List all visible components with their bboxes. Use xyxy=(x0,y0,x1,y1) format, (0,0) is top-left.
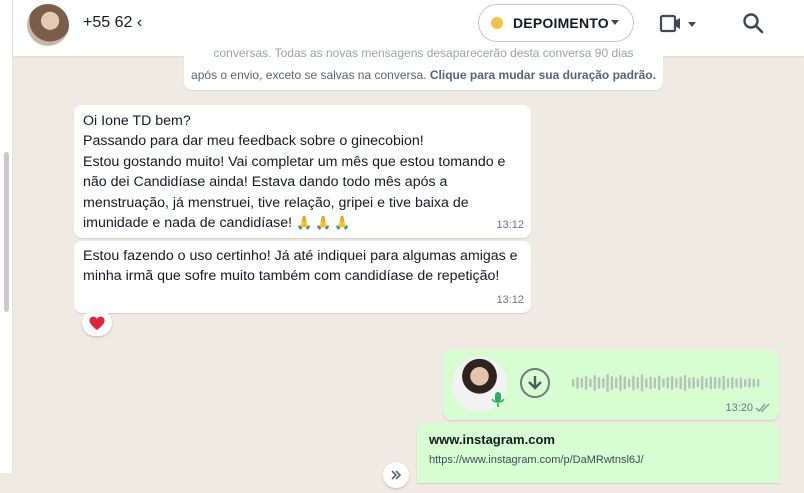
waveform-bar xyxy=(645,378,648,388)
video-camera-icon xyxy=(659,14,696,33)
waveform-bar xyxy=(640,374,644,392)
message-timestamp: 13:12 xyxy=(496,293,524,306)
waveform-bar xyxy=(636,377,639,389)
outgoing-voice-message[interactable]: 13:20 xyxy=(443,350,779,420)
heart-reaction[interactable] xyxy=(82,310,112,336)
waveform-bar xyxy=(735,378,738,388)
waveform-bar xyxy=(658,375,661,391)
disappearing-messages-notice[interactable]: conversas. Todas as novas mensagens desa… xyxy=(184,42,663,90)
waveform-bar xyxy=(632,375,635,391)
waveform-bar xyxy=(584,376,588,390)
waveform-bar xyxy=(662,378,665,388)
forward-button[interactable] xyxy=(383,462,409,488)
waveform-bar xyxy=(593,375,596,391)
waveform-bar xyxy=(692,377,695,389)
waveform-bar xyxy=(748,378,751,388)
message-text-line: Passando para dar meu feedback sobre o g… xyxy=(83,133,424,150)
waveform-bar xyxy=(752,378,755,388)
message-text-line: Oi Ione TD bem? xyxy=(83,113,191,129)
incoming-message[interactable]: Oi Ione TD bem? Passando para dar meu fe… xyxy=(74,105,531,238)
download-button[interactable] xyxy=(520,368,550,398)
chevron-down-icon xyxy=(611,20,619,25)
search-button[interactable] xyxy=(741,11,767,37)
waveform-bar xyxy=(731,377,734,389)
video-call-button[interactable] xyxy=(659,12,699,36)
audio-waveform[interactable] xyxy=(572,372,762,394)
waveform-bar xyxy=(597,377,601,389)
contact-name[interactable]: +55 62 ‹ xyxy=(83,14,142,32)
waveform-bar xyxy=(627,378,631,388)
waveform-bar xyxy=(619,375,622,391)
incoming-message[interactable]: Estou fazendo o uso certinho! Já até ind… xyxy=(74,241,531,313)
message-text-line: minha irmã que sofre muito também com ca… xyxy=(83,268,500,285)
waveform-bar xyxy=(739,377,743,389)
notice-line: conversas. Todas as novas mensagens desa… xyxy=(213,46,634,60)
double-check-icon xyxy=(755,403,770,413)
link-url[interactable]: https://www.instagram.com/p/DaMRwtnsl6J/ xyxy=(429,454,644,466)
message-timestamp: 13:12 xyxy=(496,218,524,231)
waveform-bar xyxy=(649,376,652,390)
notice-text: após o envio, exceto se salvas na conver… xyxy=(191,68,427,82)
waveform-bar xyxy=(744,379,747,387)
change-duration-link[interactable]: Clique para mudar sua duração padrão. xyxy=(430,68,656,82)
label-dropdown[interactable]: DEPOIMENTO xyxy=(478,4,634,42)
waveform-bar xyxy=(576,377,579,389)
label-text: DEPOIMENTO xyxy=(513,15,609,31)
waveform-bar xyxy=(670,376,674,390)
waveform-bar xyxy=(615,377,618,389)
waveform-bar xyxy=(718,377,721,389)
waveform-bar xyxy=(623,376,626,390)
waveform-bar xyxy=(606,374,609,392)
chevron-right-icon xyxy=(391,470,402,480)
search-icon xyxy=(743,13,764,34)
praying-hands-emoji: 🙏🙏🙏 xyxy=(295,215,354,231)
waveform-bar xyxy=(675,378,678,388)
waveform-bar xyxy=(653,377,657,389)
waveform-bar xyxy=(713,377,717,389)
message-text-line: menstruação, já menstruei, tive relação,… xyxy=(83,194,469,211)
message-timestamp: 13:20 xyxy=(725,402,753,414)
waveform-bar xyxy=(580,378,583,388)
waveform-bar xyxy=(701,376,704,390)
label-color-dot xyxy=(491,17,503,29)
waveform-bar xyxy=(696,378,700,388)
waveform-bar xyxy=(602,378,605,388)
outgoing-link-message[interactable]: www.instagram.com https://www.instagram.… xyxy=(417,423,779,483)
notice-line: após o envio, exceto se salvas na conver… xyxy=(184,66,663,85)
link-preview-title[interactable]: www.instagram.com xyxy=(429,432,555,447)
message-text-line: imunidade e nada de candidíase! xyxy=(83,215,293,232)
left-panel-edge xyxy=(0,0,13,473)
message-text-line: não dei Candidíase ainda! Estava dando t… xyxy=(83,174,448,191)
waveform-bar xyxy=(666,377,669,389)
waveform-bar xyxy=(756,379,760,387)
waveform-bar xyxy=(709,376,712,390)
waveform-bar xyxy=(683,375,687,391)
waveform-bar xyxy=(572,379,575,387)
download-arrow-icon xyxy=(528,376,542,390)
heart-icon xyxy=(89,316,105,330)
contact-avatar[interactable] xyxy=(27,4,69,46)
waveform-bar xyxy=(589,378,592,388)
waveform-bar xyxy=(610,376,614,390)
microphone-icon xyxy=(491,392,505,407)
message-text-line: Estou gostando muito! Vai completar um m… xyxy=(83,153,506,170)
waveform-bar xyxy=(726,378,730,388)
message-text-line: Estou fazendo o uso certinho! Já até ind… xyxy=(83,248,518,264)
waveform-bar xyxy=(688,377,691,389)
scrollbar-thumb[interactable] xyxy=(4,152,9,312)
waveform-bar xyxy=(722,375,725,391)
waveform-bar xyxy=(705,378,708,388)
waveform-bar xyxy=(679,376,682,390)
